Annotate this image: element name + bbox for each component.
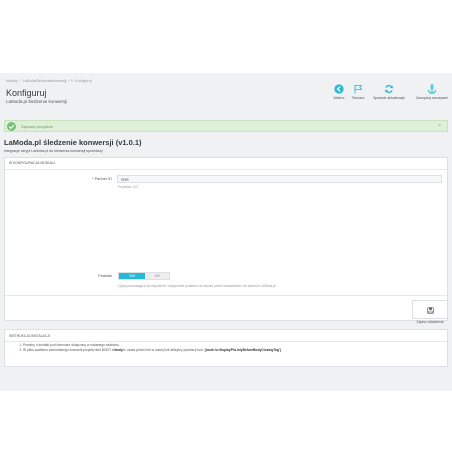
flag-icon	[354, 85, 363, 94]
partner-id-label: * Partner ID	[92, 177, 112, 181]
panel-divider	[5, 169, 447, 170]
page-subtitle: LaModa.pl śledzenie konwersji	[6, 99, 68, 104]
floppy-disk-icon	[426, 307, 434, 314]
admin-page: Moduły / LaModaSledzeniekonwersji / ✎ Ko…	[0, 73, 452, 391]
test-mode-switch[interactable]: TAK NIE	[118, 272, 170, 280]
switch-off-option[interactable]: NIE	[145, 273, 170, 279]
step-text: W pliku szablonu zamodalnego znacznik pr…	[23, 348, 112, 352]
breadcrumb-module[interactable]: LaModaSledzeniekonwersji	[23, 79, 67, 83]
translate-label: Tłumacz	[351, 96, 365, 100]
step-text: i zaraz przed nim w nowej linii wklejony…	[124, 348, 205, 352]
config-panel-heading: ⚙ KONFIGURACJA MODUŁU	[9, 161, 55, 165]
module-title: LaModa.pl śledzenie konwersji (v1.0.1)	[4, 138, 142, 147]
test-mode-hint: Opcja pozwalająca na włączenie i wyłącze…	[118, 284, 276, 288]
breadcrumb-current: Konfiguruj	[75, 79, 92, 83]
save-button[interactable]: Zapisz ustawienia	[412, 300, 448, 324]
anchor-icon	[427, 84, 437, 94]
panel-footer-divider	[5, 295, 447, 296]
instructions-list: Prosimy o kontakt pod formularz dołączon…	[18, 343, 443, 353]
module-description: Integracje skrypt LaModa.pl do śledzenia…	[4, 149, 103, 153]
instructions-heading: INSTRUKCJA INSTALACJI	[9, 334, 51, 338]
success-alert: Zapisano pomyślnie ×	[4, 120, 448, 132]
save-label: Zapisz ustawienia	[416, 320, 444, 324]
partner-id-hint: Przykład: 123	[118, 185, 138, 189]
test-mode-label: Podsłań	[98, 274, 112, 278]
partner-id-input[interactable]: 9999	[117, 175, 442, 183]
breadcrumb: Moduły / LaModaSledzeniekonwersji / ✎ Ko…	[6, 79, 92, 83]
hooks-label: Zarządzaj zaczepami	[415, 96, 449, 100]
check-circle-icon	[7, 122, 16, 131]
instructions-divider	[5, 341, 447, 342]
refresh-icon	[385, 84, 393, 94]
step-code: </body>	[112, 348, 125, 352]
page-title: Konfiguruj	[6, 88, 47, 98]
alert-text: Zapisano pomyślnie	[21, 124, 53, 129]
check-update-label: Sprawdź aktualizacje	[373, 96, 405, 100]
translate-button[interactable]: Tłumacz	[341, 84, 375, 100]
hooks-button[interactable]: Zarządzaj zaczepami	[415, 84, 449, 100]
cogs-icon: ⚙	[9, 161, 13, 165]
config-heading-text: KONFIGURACJA MODUŁU	[13, 161, 56, 165]
instruction-step: W pliku szablonu zamodalnego znacznik pr…	[23, 348, 443, 353]
switch-on-option[interactable]: TAK	[119, 273, 145, 279]
alert-close-icon[interactable]: ×	[438, 123, 441, 129]
step-code: {hook h='displayPhListyBeforeBodyClosing…	[204, 348, 282, 352]
check-update-button[interactable]: Sprawdź aktualizacje	[372, 84, 406, 100]
breadcrumb-modules[interactable]: Moduły	[6, 79, 18, 83]
